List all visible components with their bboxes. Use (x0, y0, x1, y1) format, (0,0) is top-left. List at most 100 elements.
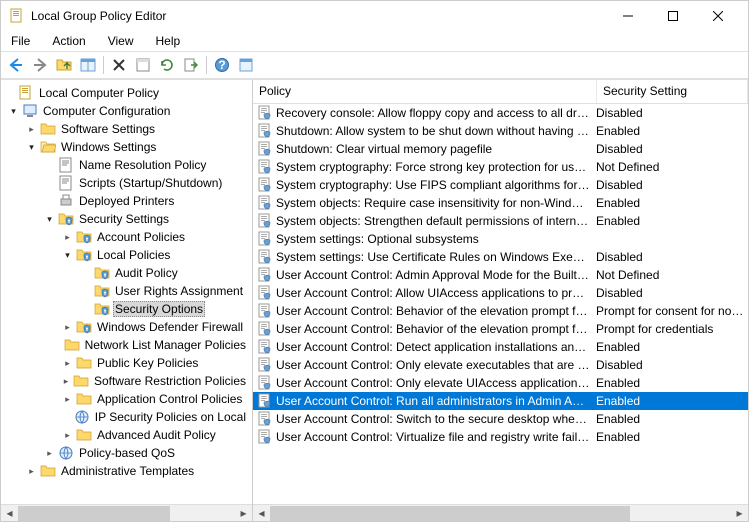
tree-item-ura[interactable]: User Rights Assignment (1, 282, 252, 300)
collapse-icon[interactable]: ▾ (61, 249, 74, 262)
expand-icon[interactable]: ▸ (25, 123, 38, 136)
menu-file[interactable]: File (7, 32, 34, 50)
tree-item-root[interactable]: Local Computer Policy (1, 84, 252, 102)
policy-setting: Not Defined (596, 268, 748, 282)
tree-item-nlm[interactable]: Network List Manager Policies (1, 336, 252, 354)
policy-name: Shutdown: Allow system to be shut down w… (276, 124, 596, 138)
policy-row[interactable]: System settings: Optional subsystems (253, 230, 748, 248)
policy-row[interactable]: System cryptography: Force strong key pr… (253, 158, 748, 176)
close-button[interactable] (695, 1, 740, 31)
policy-name: System settings: Optional subsystems (276, 232, 596, 246)
expand-icon[interactable]: ▸ (25, 465, 38, 478)
tree-item-label: Scripts (Startup/Shutdown) (77, 176, 224, 190)
scroll-right-icon[interactable]: ▸ (235, 505, 252, 522)
help-button[interactable] (211, 54, 233, 76)
collapse-icon[interactable]: ▾ (43, 213, 56, 226)
script-icon (58, 157, 74, 173)
scroll-left-icon[interactable]: ◂ (1, 505, 18, 522)
policy-name: User Account Control: Allow UIAccess app… (276, 286, 596, 300)
policy-row[interactable]: User Account Control: Allow UIAccess app… (253, 284, 748, 302)
policy-row[interactable]: User Account Control: Only elevate UIAcc… (253, 374, 748, 392)
tree-hscroll[interactable]: ◂ ▸ (1, 504, 252, 521)
policy-icon (257, 393, 273, 409)
toolbar (1, 51, 748, 79)
back-button[interactable] (5, 54, 27, 76)
up-button[interactable] (53, 54, 75, 76)
tree-item-acp[interactable]: ▸Application Control Policies (1, 390, 252, 408)
minimize-button[interactable] (605, 1, 650, 31)
tree-item-label: Security Settings (77, 212, 171, 226)
tree-item-printers[interactable]: Deployed Printers (1, 192, 252, 210)
policy-row[interactable]: User Account Control: Virtualize file an… (253, 428, 748, 446)
maximize-button[interactable] (650, 1, 695, 31)
policy-row[interactable]: User Account Control: Detect application… (253, 338, 748, 356)
expand-icon[interactable]: ▸ (61, 357, 74, 370)
expand-icon[interactable]: ▸ (61, 231, 74, 244)
tree-item-admt[interactable]: ▸Administrative Templates (1, 462, 252, 480)
policy-row[interactable]: Shutdown: Allow system to be shut down w… (253, 122, 748, 140)
menu-help[interactable]: Help (152, 32, 185, 50)
tree-item-label: Audit Policy (113, 266, 180, 280)
policy-row[interactable]: System cryptography: Use FIPS compliant … (253, 176, 748, 194)
properties-button[interactable] (132, 54, 154, 76)
tree-item-label: Windows Defender Firewall (95, 320, 245, 334)
expand-icon[interactable]: ▸ (61, 321, 74, 334)
app-button[interactable] (235, 54, 257, 76)
policy-row[interactable]: System settings: Use Certificate Rules o… (253, 248, 748, 266)
expand-icon[interactable]: ▸ (61, 393, 74, 406)
show-hide-tree-button[interactable] (77, 54, 99, 76)
policy-row[interactable]: User Account Control: Run all administra… (253, 392, 748, 410)
policy-setting: Prompt for credentials (596, 322, 748, 336)
scroll-left-icon[interactable]: ◂ (253, 505, 270, 522)
expand-icon[interactable]: ▸ (43, 447, 56, 460)
tree-item-nrp[interactable]: Name Resolution Policy (1, 156, 252, 174)
tree-item-scripts[interactable]: Scripts (Startup/Shutdown) (1, 174, 252, 192)
expand-spacer (43, 177, 56, 190)
policy-row[interactable]: System objects: Strengthen default permi… (253, 212, 748, 230)
policy-row[interactable]: User Account Control: Admin Approval Mod… (253, 266, 748, 284)
policy-row[interactable]: Recovery console: Allow floppy copy and … (253, 104, 748, 122)
refresh-button[interactable] (156, 54, 178, 76)
tree-item-secopt[interactable]: Security Options (1, 300, 252, 318)
expand-icon[interactable]: ▸ (61, 429, 74, 442)
forward-button[interactable] (29, 54, 51, 76)
policy-row[interactable]: User Account Control: Only elevate execu… (253, 356, 748, 374)
policy-row[interactable]: User Account Control: Behavior of the el… (253, 302, 748, 320)
expand-icon[interactable]: ▸ (61, 375, 71, 388)
policy-row[interactable]: User Account Control: Switch to the secu… (253, 410, 748, 428)
policy-row[interactable]: Shutdown: Clear virtual memory pagefileD… (253, 140, 748, 158)
tree-item-acct[interactable]: ▸Account Policies (1, 228, 252, 246)
menu-view[interactable]: View (104, 32, 138, 50)
tree-item-local[interactable]: ▾Local Policies (1, 246, 252, 264)
tree-item-pkp[interactable]: ▸Public Key Policies (1, 354, 252, 372)
tree-item-qos[interactable]: ▸Policy-based QoS (1, 444, 252, 462)
tree-item-win[interactable]: ▾Windows Settings (1, 138, 252, 156)
tree-item-cfg[interactable]: ▾Computer Configuration (1, 102, 252, 120)
policy-name: User Account Control: Only elevate execu… (276, 358, 596, 372)
tree-item-wdf[interactable]: ▸ Windows Defender Firewall (1, 318, 252, 336)
tree-item-label: Security Options (113, 301, 205, 317)
tree-item-audit[interactable]: Audit Policy (1, 264, 252, 282)
shield-folder-icon (94, 283, 110, 299)
list-hscroll[interactable]: ◂ ▸ (253, 504, 748, 521)
tree-item-aap[interactable]: ▸Advanced Audit Policy (1, 426, 252, 444)
scroll-right-icon[interactable]: ▸ (731, 505, 748, 522)
tree-item-sec[interactable]: ▾ Security Settings (1, 210, 252, 228)
policy-setting: Enabled (596, 124, 748, 138)
menu-action[interactable]: Action (48, 32, 89, 50)
tree-item-sw[interactable]: ▸Software Settings (1, 120, 252, 138)
collapse-icon[interactable]: ▾ (25, 141, 38, 154)
policy-row[interactable]: User Account Control: Behavior of the el… (253, 320, 748, 338)
policy-icon (257, 339, 273, 355)
export-button[interactable] (180, 54, 202, 76)
expand-spacer (43, 195, 56, 208)
collapse-icon[interactable]: ▾ (7, 105, 20, 118)
tree-pane: Local Computer Policy▾Computer Configura… (1, 80, 253, 521)
column-setting[interactable]: Security Setting (597, 80, 748, 103)
policy-setting: Enabled (596, 196, 748, 210)
tree-item-srp[interactable]: ▸Software Restriction Policies (1, 372, 252, 390)
tree-item-ipsec[interactable]: IP Security Policies on Local (1, 408, 252, 426)
policy-row[interactable]: System objects: Require case insensitivi… (253, 194, 748, 212)
column-policy[interactable]: Policy (253, 80, 597, 103)
delete-button[interactable] (108, 54, 130, 76)
